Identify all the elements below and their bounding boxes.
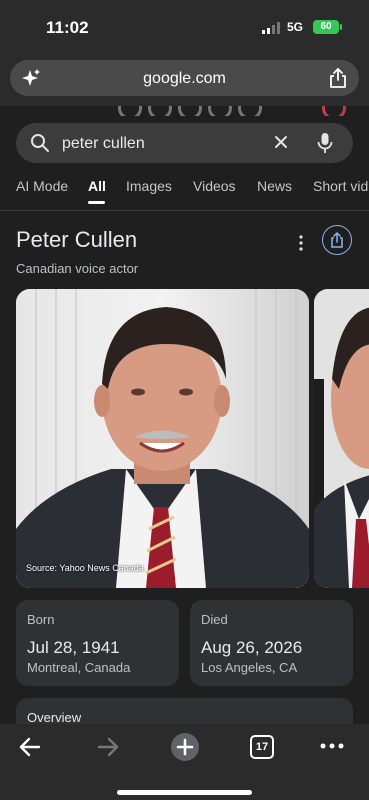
cellular-signal-icon (262, 22, 280, 34)
tab-videos[interactable]: Videos (193, 178, 236, 194)
logo-fragment (208, 106, 232, 116)
born-place[interactable]: Montreal, Canada (27, 660, 130, 675)
tab-ai-mode[interactable]: AI Mode (16, 178, 68, 194)
account-avatar-partial[interactable] (322, 106, 346, 116)
microphone-icon[interactable] (316, 132, 334, 154)
logo-fragment (238, 106, 262, 116)
died-place[interactable]: Los Angeles, CA (201, 660, 297, 675)
status-bar: 11:02 5G 60 (0, 0, 369, 56)
bottom-toolbar: 17 (0, 724, 369, 800)
portrait-image (314, 289, 369, 588)
menu-dots-icon[interactable] (320, 743, 344, 749)
more-options-icon[interactable] (296, 234, 306, 252)
tab-all[interactable]: All (88, 178, 106, 194)
entity-photo[interactable]: Source: Yahoo News Canada (16, 289, 309, 588)
search-tabs: AI Mode All Images Videos News Short vid (0, 175, 369, 211)
network-type: 5G (287, 20, 304, 34)
address-bar[interactable]: google.com (10, 60, 359, 96)
active-tab-indicator (88, 201, 105, 204)
back-arrow-icon[interactable] (19, 736, 41, 758)
search-input[interactable] (60, 131, 274, 157)
died-label: Died (201, 612, 228, 627)
born-date: Jul 28, 1941 (27, 638, 120, 657)
tab-images[interactable]: Images (126, 178, 172, 194)
tab-short-videos[interactable]: Short vid (313, 178, 368, 194)
search-icon (31, 134, 49, 152)
home-indicator (117, 790, 252, 795)
portrait-image (16, 289, 309, 588)
search-box[interactable] (16, 123, 353, 163)
logo-fragment (148, 106, 172, 116)
share-icon (331, 232, 343, 248)
died-card[interactable]: Died Aug 26, 2026 Los Angeles, CA (190, 600, 353, 686)
image-source-caption: Source: Yahoo News Canada (26, 563, 144, 573)
address-url[interactable]: google.com (10, 70, 359, 88)
overview-label: Overview (27, 710, 82, 725)
tab-switcher-button[interactable]: 17 (250, 735, 274, 759)
entity-photo-secondary[interactable] (314, 289, 369, 588)
born-label: Born (27, 612, 55, 627)
share-icon[interactable] (329, 68, 347, 88)
battery-level: 60 (313, 20, 339, 34)
entity-title: Peter Cullen (16, 227, 138, 252)
entity-description: Canadian voice actor (16, 261, 139, 276)
logo-fragment (178, 106, 202, 116)
share-button[interactable] (322, 225, 352, 255)
tab-news[interactable]: News (257, 178, 292, 194)
new-tab-icon[interactable] (170, 732, 200, 762)
died-date: Aug 26, 2026 (201, 638, 303, 657)
status-time: 11:02 (46, 18, 89, 37)
logo-fragment (118, 106, 142, 116)
forward-arrow-icon[interactable] (97, 736, 119, 758)
battery-tip (340, 24, 342, 30)
clear-icon[interactable] (272, 133, 290, 151)
google-logo-partial (0, 106, 369, 116)
browser-toolbar: google.com (0, 56, 369, 106)
born-card[interactable]: Born Jul 28, 1941 Montreal, Canada (16, 600, 179, 686)
